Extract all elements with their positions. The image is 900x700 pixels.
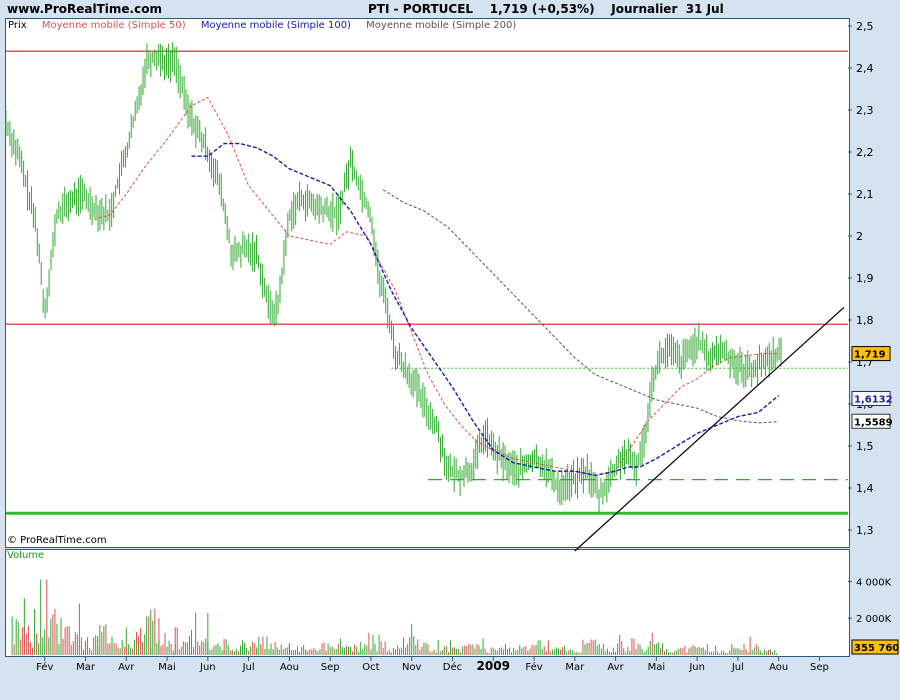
x-tick-label: Mai xyxy=(158,662,176,673)
price-tick-label: 2,1 xyxy=(856,188,874,201)
x-tick-label: Nov xyxy=(402,662,422,673)
x-tick-label: Jul xyxy=(242,662,255,673)
x-tick-label: Fév xyxy=(36,661,53,673)
x-tick-label: Mar xyxy=(76,662,96,673)
price-tick-label: 1,4 xyxy=(856,482,874,495)
x-tick-label: Aou xyxy=(280,662,299,673)
ma200-line xyxy=(382,189,779,424)
price-badge-label: 1,5589 xyxy=(854,417,893,428)
chart-svg: 2,52,42,32,22,121,91,81,71,61,51,41,3Fév… xyxy=(5,20,899,673)
volume-tick-label: 4 000K xyxy=(856,577,892,588)
price-tick-label: 1,9 xyxy=(856,272,874,285)
x-tick-label: Mai xyxy=(648,662,666,673)
x-tick-label: Jun xyxy=(688,662,705,673)
x-tick-label: Fév xyxy=(525,661,542,673)
volume-badge-label: 355 760 xyxy=(854,643,899,654)
x-tick-label: Jun xyxy=(199,662,216,673)
x-tick-label: Mar xyxy=(565,662,585,673)
x-tick-label: Avr xyxy=(607,662,624,673)
price-tick-label: 1,3 xyxy=(856,524,874,537)
price-tick-label: 1,8 xyxy=(856,314,874,327)
x-tick-label: Aou xyxy=(769,662,788,673)
x-tick-label: Jul xyxy=(731,662,744,673)
volume-tick-label: 2 000K xyxy=(856,614,892,625)
price-tick-label: 2,2 xyxy=(856,146,874,159)
price-tick-label: 2,3 xyxy=(856,104,874,117)
x-tick-label: 2009 xyxy=(477,659,510,673)
price-tick-label: 2 xyxy=(856,230,863,243)
x-tick-label: Oct xyxy=(362,662,379,673)
price-tick-label: 2,4 xyxy=(856,62,874,75)
price-badge-label: 1,719 xyxy=(854,350,886,361)
x-tick-label: Sep xyxy=(321,662,340,673)
price-tick-label: 1,5 xyxy=(856,440,874,453)
x-tick-label: Déc xyxy=(443,661,462,673)
x-tick-label: Sep xyxy=(810,662,829,673)
x-tick-label: Avr xyxy=(118,662,135,673)
price-badge-label: 1,6132 xyxy=(854,394,893,405)
price-tick-label: 2,5 xyxy=(856,20,874,33)
